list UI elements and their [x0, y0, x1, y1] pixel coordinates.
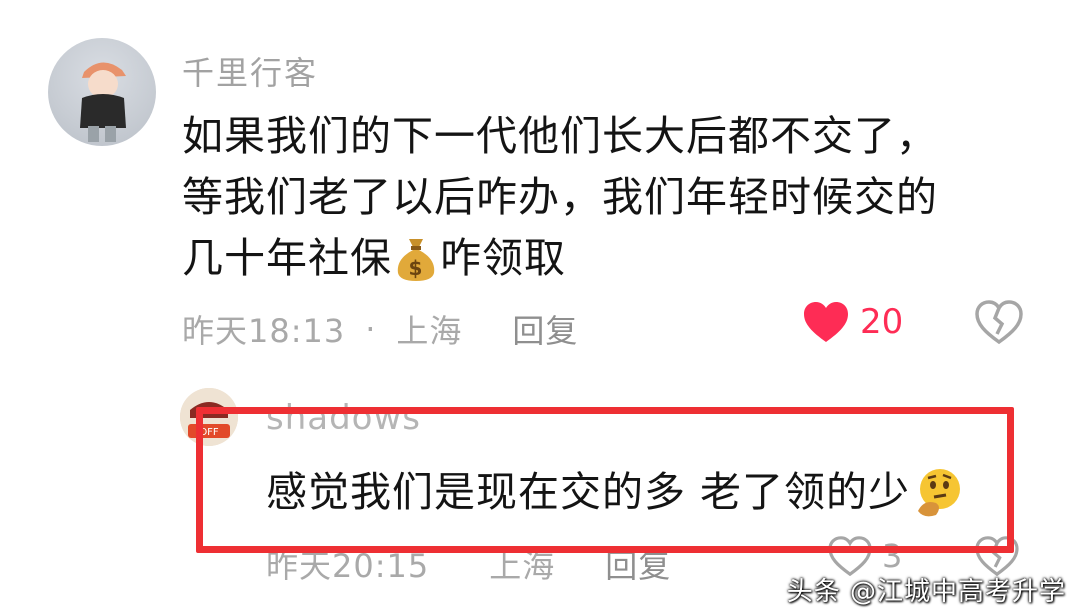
comment-line-text: 几十年社保	[182, 234, 392, 282]
highlight-box	[196, 407, 1014, 553]
watermark: 头条 @江城中高考升学	[786, 577, 1066, 607]
avatar[interactable]	[48, 38, 156, 146]
like-button[interactable]: 20	[802, 300, 903, 344]
comment-line: 如果我们的下一代他们长大后都不交了，	[182, 112, 938, 160]
comment-line: 等我们老了以后咋办，我们年轻时候交的	[182, 173, 938, 221]
location: 上海	[396, 312, 463, 350]
comment-meta: 昨天18:13 · 上海 回复	[182, 306, 578, 352]
broken-heart-icon[interactable]	[975, 300, 1023, 344]
separator-dot: ·	[365, 310, 377, 348]
comment-text: 如果我们的下一代他们长大后都不交了， 等我们老了以后咋办，我们年轻时候交的 几十…	[182, 106, 938, 289]
reply-button[interactable]: 回复	[512, 306, 578, 352]
heart-icon[interactable]	[802, 300, 850, 344]
svg-text:$: $	[409, 256, 424, 280]
comment-line-text: 咋领取	[440, 234, 566, 282]
timestamp: 昨天18:13	[182, 312, 346, 350]
like-count: 20	[860, 302, 904, 342]
username[interactable]: 千里行客	[182, 48, 318, 94]
comment-line: 几十年社保 $ 咋领取	[182, 228, 938, 289]
money-bag-emoji: $	[394, 235, 438, 283]
dislike-button[interactable]	[975, 300, 1023, 344]
